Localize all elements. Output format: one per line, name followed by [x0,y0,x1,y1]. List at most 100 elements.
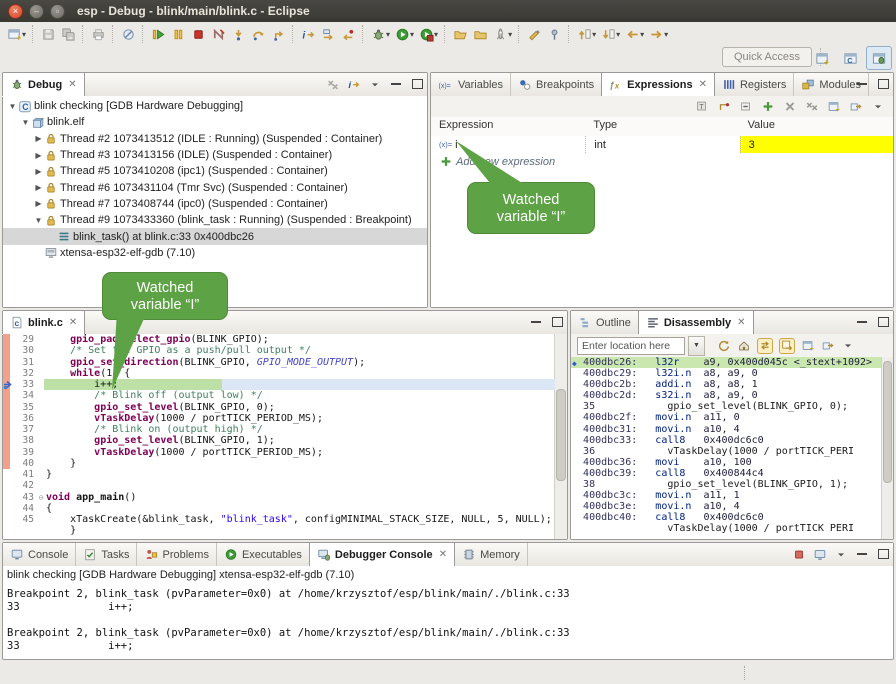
tree-expanded-arrow[interactable]: ▼ [33,216,44,225]
step-over-icon[interactable] [248,24,268,44]
tab-console[interactable]: Console [3,543,76,566]
terminate-icon[interactable] [188,24,208,44]
debug-tree-item[interactable]: ▶Thread #7 1073408744 (ipc0) (Suspended … [3,196,427,212]
debug-icon[interactable] [368,24,388,44]
console-output[interactable]: Breakpoint 2, blink_task (pvParameter=0x… [3,584,893,656]
maximize-icon[interactable] [876,547,890,561]
next-annotation-icon[interactable] [598,24,618,44]
open-resource-icon[interactable] [470,24,490,44]
debug-tree-item[interactable]: ▼Thread #9 1073433360 (blink_task : Runn… [3,212,427,228]
view-menu-icon[interactable] [834,547,848,561]
follow-context-icon[interactable] [779,338,795,354]
debug-tree-item[interactable]: blink_task() at blink.c:33 0x400dbc26 [3,228,427,244]
instruction-stepping-icon[interactable]: i [298,24,318,44]
debug-tree-item[interactable]: ▶Thread #2 1073413512 (IDLE : Running) (… [3,131,427,147]
back-icon[interactable] [622,24,642,44]
previous-annotation-dropdown-icon[interactable]: ▾ [592,30,596,39]
mark-occurrences-icon[interactable] [524,24,544,44]
debug-perspective-button[interactable] [866,46,892,70]
forward-icon[interactable] [646,24,666,44]
save-all-icon[interactable] [58,24,78,44]
tab-blink-c[interactable]: c blink.c ✕ [2,311,85,334]
tree-expanded-arrow[interactable]: ▼ [7,102,18,111]
resume-icon[interactable] [148,24,168,44]
view-menu-icon[interactable] [368,77,382,91]
tab-outline[interactable]: Outline [571,311,639,334]
tab-breakpoints[interactable]: Breakpoints [511,73,602,96]
link-view-icon[interactable] [849,100,863,114]
open-perspective-button[interactable]: + [810,47,834,69]
window-minimize-button[interactable]: – [29,4,44,19]
minimize-icon[interactable] [389,77,403,91]
tab-executables[interactable]: Executables [217,543,310,566]
close-icon[interactable]: ✕ [69,317,77,328]
column-header-type[interactable]: Type [585,117,739,136]
launch-history-icon[interactable] [490,24,510,44]
minimize-icon[interactable] [855,315,869,329]
maximize-icon[interactable] [550,315,564,329]
save-icon[interactable] [38,24,58,44]
window-maximize-button[interactable]: ▫ [50,4,65,19]
tab-registers[interactable]: Registers [715,73,794,96]
column-header-value[interactable]: Value [740,117,893,136]
tree-collapsed-arrow[interactable]: ▶ [33,134,44,143]
debug-tree-item[interactable]: xtensa-esp32-elf-gdb (7.10) [3,245,427,261]
tab-variables[interactable]: (x)=Variables [431,73,511,96]
add-expression-icon[interactable] [761,100,775,114]
quick-access-box[interactable]: Quick Access [722,47,812,67]
tree-collapsed-arrow[interactable]: ▶ [33,199,44,208]
tab-expressions[interactable]: ƒxExpressions✕ [601,73,715,96]
coverage-icon[interactable] [416,24,436,44]
run-dropdown-icon[interactable]: ▾ [410,30,414,39]
link-view-icon[interactable] [821,339,835,353]
new-wizard-dropdown-icon[interactable]: ▾ [22,30,26,39]
next-annotation-dropdown-icon[interactable]: ▾ [616,30,620,39]
run-icon[interactable] [392,24,412,44]
editor-scrollbar[interactable] [554,334,567,539]
coverage-dropdown-icon[interactable]: ▾ [434,30,438,39]
minimize-icon[interactable] [855,77,869,91]
location-dropdown[interactable]: ▼ [688,336,705,356]
open-element-icon[interactable] [450,24,470,44]
drop-to-frame-icon[interactable] [338,24,358,44]
minimize-icon[interactable] [529,315,543,329]
disassembly-scrollbar[interactable] [881,357,893,539]
close-icon[interactable]: ✕ [737,317,745,328]
close-icon[interactable]: ✕ [699,79,707,90]
tree-collapsed-arrow[interactable]: ▶ [33,167,44,176]
build-icon[interactable] [88,24,108,44]
view-menu-icon[interactable] [871,100,885,114]
new-view-icon[interactable]: + [827,100,841,114]
debug-tree-item[interactable]: ▼blink.elf [3,114,427,130]
maximize-icon[interactable] [410,77,424,91]
forward-dropdown-icon[interactable]: ▾ [664,30,668,39]
instruction-stepping-mode-icon[interactable]: i [347,77,361,91]
view-menu-icon[interactable] [841,339,855,353]
new-wizard-icon[interactable]: + [4,24,24,44]
tab-problems[interactable]: Problems [137,543,216,566]
tree-collapsed-arrow[interactable]: ▶ [33,183,44,192]
close-icon[interactable]: ✕ [68,79,76,90]
disconnect-icon[interactable] [208,24,228,44]
scrollbar-thumb[interactable] [556,389,566,481]
add-new-expression-row[interactable]: Add new expression [431,153,893,170]
maximize-icon[interactable] [876,77,890,91]
expression-row[interactable]: (x)=iint3 [431,136,893,153]
back-dropdown-icon[interactable]: ▾ [640,30,644,39]
tree-expanded-arrow[interactable]: ▼ [20,118,31,127]
show-debug-sourcelookup-icon[interactable] [318,24,338,44]
new-view-icon[interactable]: + [801,339,815,353]
previous-annotation-icon[interactable] [574,24,594,44]
step-into-icon[interactable] [228,24,248,44]
location-input[interactable]: Enter location here [577,337,685,355]
pin-editor-icon[interactable] [544,24,564,44]
show-logical-structure-icon[interactable] [717,100,731,114]
home-icon[interactable] [737,339,751,353]
close-icon[interactable]: ✕ [439,549,447,560]
tab-tasks[interactable]: Tasks [76,543,137,566]
collapse-all-icon[interactable] [739,100,753,114]
tree-collapsed-arrow[interactable]: ▶ [33,151,44,160]
step-return-icon[interactable] [268,24,288,44]
fold-marker[interactable]: ⊖ [36,492,46,503]
remove-all-expressions-icon[interactable] [805,100,819,114]
